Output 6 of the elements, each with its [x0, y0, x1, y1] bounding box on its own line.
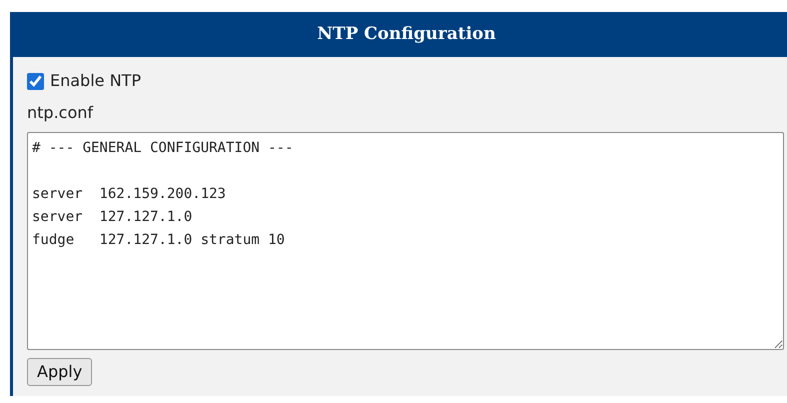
panel-title: NTP Configuration [317, 22, 496, 46]
enable-checkbox[interactable] [27, 72, 44, 90]
apply-button[interactable]: Apply [27, 358, 92, 386]
enable-label: Enable NTP [50, 70, 141, 92]
file-label: ntp.conf [27, 102, 94, 124]
config-text-area[interactable]: # --- GENERAL CONFIGURATION --- server 162.159.200.123 server 127.127.1.0 fudge 127.127.1.0 stratum 10 [27, 132, 784, 350]
